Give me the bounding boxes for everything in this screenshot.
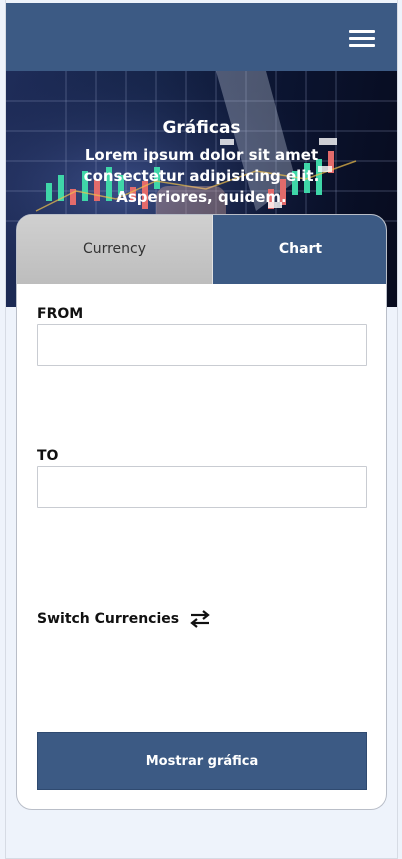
- hamburger-menu-icon[interactable]: [349, 30, 375, 50]
- tab-chart[interactable]: Chart: [213, 215, 386, 284]
- tab-bar: Currency Chart: [17, 215, 386, 284]
- app-frame: Gráficas Lorem ipsum dolor sit amet cons…: [5, 0, 398, 859]
- hero-subtitle: Lorem ipsum dolor sit amet consectetur a…: [83, 146, 320, 206]
- to-input[interactable]: [37, 466, 367, 508]
- show-chart-button[interactable]: Mostrar gráfica: [37, 732, 367, 790]
- hero-title: Gráficas: [162, 118, 241, 138]
- converter-card: Currency Chart FROM TO Switch Currencies…: [16, 214, 387, 810]
- switch-currencies-button[interactable]: Switch Currencies: [37, 609, 211, 629]
- from-input[interactable]: [37, 324, 367, 366]
- tab-currency[interactable]: Currency: [17, 215, 213, 284]
- switch-currencies-label: Switch Currencies: [37, 611, 180, 627]
- to-label: TO: [37, 448, 59, 464]
- swap-arrows-icon: [190, 610, 210, 628]
- top-navbar: [6, 0, 397, 71]
- from-label: FROM: [37, 306, 84, 322]
